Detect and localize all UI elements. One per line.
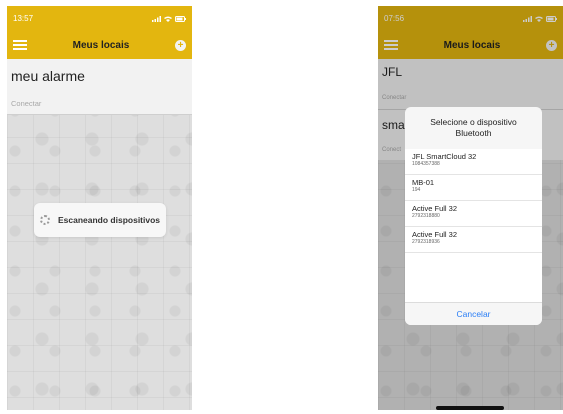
connect-link[interactable]: Conectar	[11, 99, 41, 108]
scanning-text: Escaneando dispositivos	[57, 215, 161, 225]
phone-screen-right: 07:56 Meus locais + JFL Conectar sma Con…	[378, 6, 563, 410]
add-location-icon[interactable]: +	[175, 39, 186, 51]
device-list: JFL SmartCloud 32 1084357388 MB-01 194 A…	[405, 149, 542, 303]
device-name: Active Full 32	[412, 204, 458, 213]
wifi-icon	[164, 16, 172, 22]
status-time: 13:57	[13, 14, 34, 23]
device-serial: 1084357388	[412, 161, 440, 167]
status-bar: 13:57	[7, 6, 192, 31]
location-name: meu alarme	[11, 68, 85, 84]
device-serial: 2792318936	[412, 239, 440, 245]
status-icons	[152, 15, 186, 22]
dialog-title: Selecione o dispositivo Bluetooth	[430, 117, 517, 138]
nav-title: Meus locais	[72, 39, 130, 51]
device-serial: 2792318880	[412, 213, 440, 219]
home-indicator	[436, 406, 504, 410]
device-item[interactable]: Active Full 32 2792318880	[405, 201, 542, 227]
device-item[interactable]: MB-01 194	[405, 175, 542, 201]
device-item[interactable]: Active Full 32 2792318936	[405, 227, 542, 253]
device-name: JFL SmartCloud 32	[412, 152, 477, 161]
nav-bar: Meus locais +	[7, 31, 192, 59]
device-serial: 194	[412, 187, 421, 193]
bluetooth-device-dialog: Selecione o dispositivo Bluetooth JFL Sm…	[405, 107, 542, 325]
device-item[interactable]: JFL SmartCloud 32 1084357388	[405, 149, 542, 175]
menu-icon[interactable]	[13, 40, 27, 50]
divider	[7, 114, 192, 115]
device-name: MB-01	[412, 178, 435, 187]
cancel-button[interactable]: Cancelar	[405, 302, 542, 325]
device-name: Active Full 32	[412, 230, 458, 239]
scanning-toast: Escaneando dispositivos	[34, 203, 166, 237]
spinner-icon	[39, 215, 50, 225]
phone-screen-left: 13:57 Meus locais + meu alarme Conectar …	[7, 6, 192, 410]
location-item[interactable]: meu alarme Conectar	[7, 59, 192, 114]
battery-icon	[175, 15, 186, 22]
signal-icon	[152, 15, 161, 22]
